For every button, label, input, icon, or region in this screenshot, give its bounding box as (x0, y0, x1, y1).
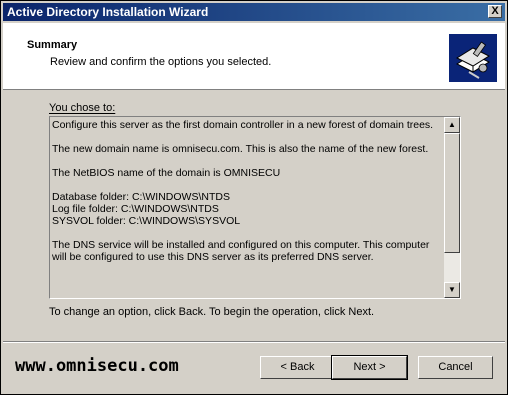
close-button[interactable]: X (488, 5, 502, 18)
summary-text: Configure this server as the first domai… (52, 119, 442, 275)
close-icon: X (491, 5, 499, 17)
summary-line: The new domain name is omnisecu.com. Thi… (52, 143, 429, 155)
brand-watermark: www.omnisecu.com (15, 356, 179, 376)
wizard-content: You chose to: Configure this server as t… (3, 90, 505, 340)
wizard-window: Active Directory Installation Wizard X S… (0, 0, 508, 395)
arrow-down-icon: ▼ (448, 285, 456, 294)
cancel-button[interactable]: Cancel (418, 356, 493, 379)
summary-line: The NetBIOS name of the domain is OMNISE… (52, 167, 281, 179)
vertical-scrollbar[interactable]: ▲ ▼ (444, 117, 460, 298)
next-button[interactable]: Next > (331, 355, 408, 380)
arrow-up-icon: ▲ (448, 120, 456, 129)
scroll-up-button[interactable]: ▲ (444, 117, 460, 133)
page-title: Summary (27, 39, 78, 51)
page-subtitle: Review and confirm the options you selec… (50, 56, 272, 68)
scroll-down-button[interactable]: ▼ (444, 282, 460, 298)
summary-line: Configure this server as the first domai… (52, 119, 434, 131)
scroll-thumb[interactable] (444, 133, 460, 253)
you-chose-label: You chose to: (49, 102, 116, 114)
footer-divider (3, 341, 505, 343)
summary-line: The DNS service will be installed and co… (52, 239, 430, 263)
wizard-header: Summary Review and confirm the options y… (3, 23, 505, 90)
back-button[interactable]: < Back (260, 356, 335, 379)
navigation-hint: To change an option, click Back. To begi… (49, 306, 375, 318)
summary-textbox[interactable]: Configure this server as the first domai… (49, 116, 461, 299)
window-title: Active Directory Installation Wizard (7, 5, 209, 19)
title-bar: Active Directory Installation Wizard X (3, 3, 505, 21)
book-with-key-icon (449, 34, 497, 82)
summary-line: Database folder: C:\WINDOWS\NTDS Log fil… (52, 191, 241, 227)
